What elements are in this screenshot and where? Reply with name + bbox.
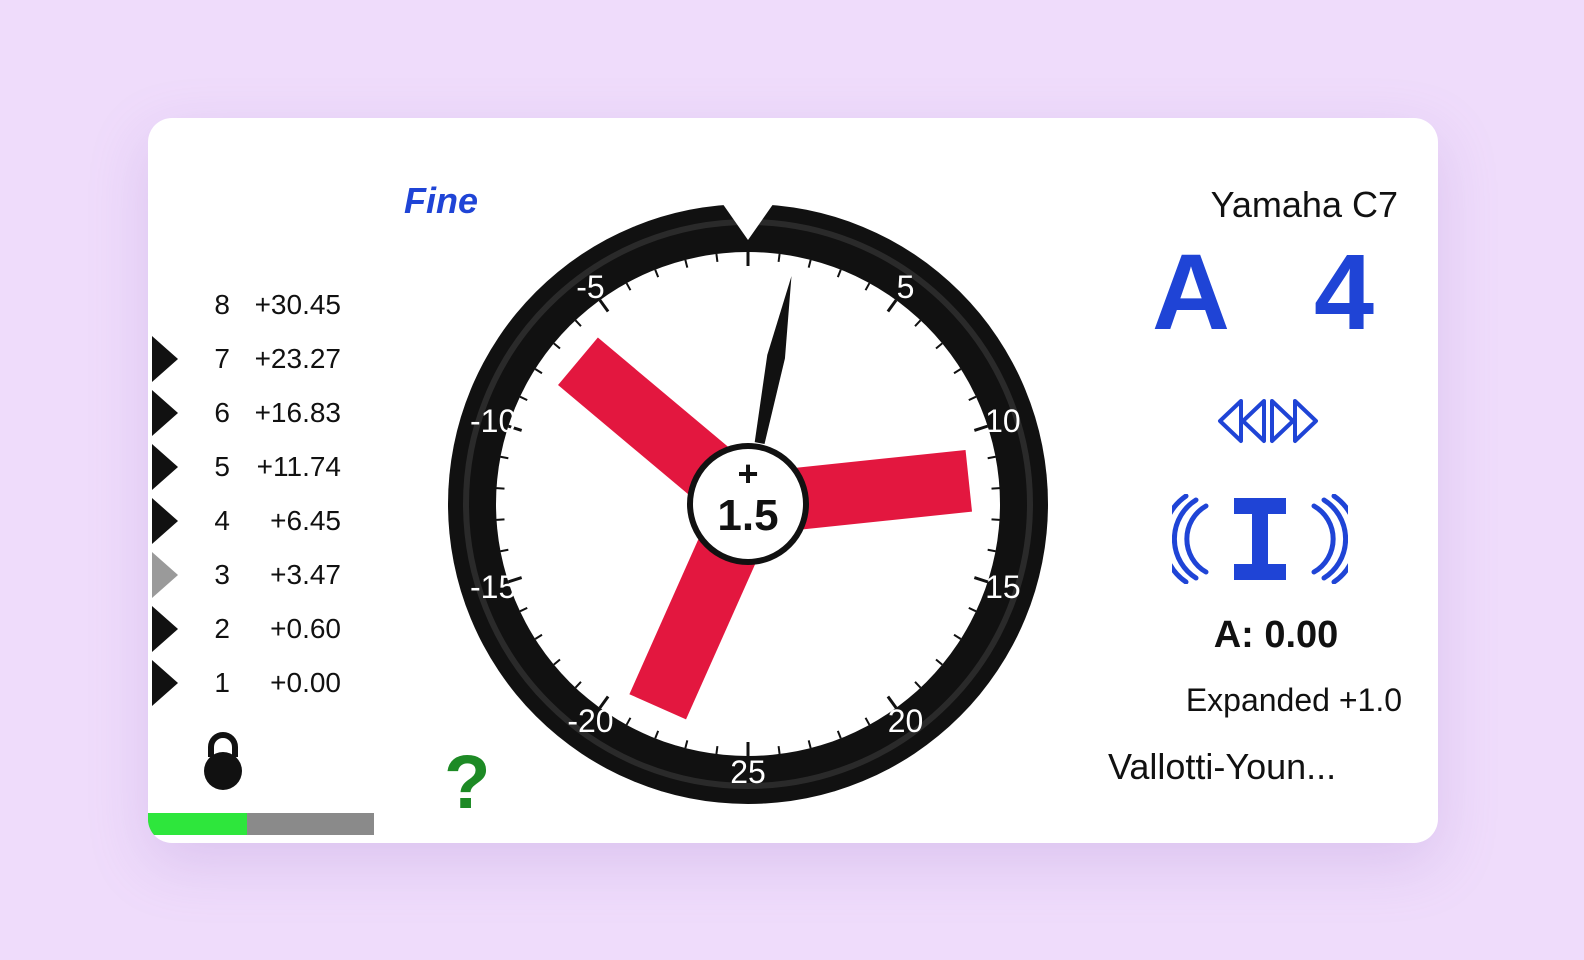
partial-cents: +6.45 (270, 505, 341, 536)
dial-tick (496, 518, 505, 521)
partial-row[interactable]: 4 +6.45 (148, 494, 378, 548)
note-octave[interactable]: 4 (1314, 238, 1374, 346)
instrument-name[interactable]: Yamaha C7 (1018, 184, 1398, 226)
partial-marker (152, 498, 178, 544)
partial-number: 1 (214, 667, 230, 698)
help-button[interactable]: ? (444, 745, 490, 821)
center-sign: + (737, 453, 758, 494)
partial-marker (152, 390, 178, 436)
rewind-icon[interactable] (1216, 396, 1266, 446)
dial-tick (991, 518, 1000, 521)
partial-cents: +3.47 (270, 559, 341, 590)
dial-tick (715, 745, 719, 755)
partial-number: 6 (214, 397, 230, 428)
partial-marker (152, 336, 178, 382)
partial-row[interactable]: 3 +3.47 (148, 548, 378, 602)
partial-marker (152, 606, 178, 652)
partial-marker (152, 444, 178, 490)
dial-tick (991, 487, 1000, 490)
partial-number: 2 (214, 613, 230, 644)
partial-cents: +11.74 (256, 451, 341, 482)
dial-tick-label: 25 (730, 754, 766, 790)
dial-tick (777, 253, 781, 263)
temperament-label[interactable]: Vallotti-Youn... (1108, 746, 1408, 788)
dial-tick-label: -5 (576, 269, 604, 305)
partial-cents: +16.83 (254, 397, 341, 428)
note-letter[interactable]: A (1152, 238, 1230, 346)
tuner-panel: 8 +30.45 7 +23.27 6 +16.83 5 +11.74 4 +6.45 3 +3.47… (148, 118, 1438, 843)
lock-icon[interactable] (198, 730, 248, 792)
partial-row[interactable]: 8 +30.45 (148, 278, 378, 332)
partial-row[interactable]: 1 +0.00 (148, 656, 378, 710)
dial-tick-label: -10 (470, 403, 516, 439)
partial-marker (152, 552, 178, 598)
partial-row[interactable]: 7 +23.27 (148, 332, 378, 386)
progress-fill (148, 813, 248, 835)
stretch-label[interactable]: Expanded +1.0 (1002, 682, 1402, 719)
dial-tick-label: 20 (888, 703, 924, 739)
partial-cents: +30.45 (254, 289, 341, 320)
partial-cents: +0.00 (270, 667, 341, 698)
partial-number: 3 (214, 559, 230, 590)
partial-number: 8 (214, 289, 230, 320)
strobe-dial: 0510152025-20-15-10-5 + 1.5 (448, 200, 1048, 804)
sound-waves-icon[interactable] (1172, 494, 1348, 584)
dial-tick-label: -15 (470, 569, 516, 605)
dial-tick (715, 253, 719, 263)
partial-number: 5 (214, 451, 230, 482)
partial-cents: +23.27 (254, 343, 341, 374)
dial-tick-label: 10 (985, 403, 1021, 439)
partial-cents: +0.60 (270, 613, 341, 644)
partial-row[interactable]: 2 +0.60 (148, 602, 378, 656)
dial-tick-label: 5 (897, 269, 915, 305)
partial-row[interactable]: 5 +11.74 (148, 440, 378, 494)
partial-row[interactable]: 6 +16.83 (148, 386, 378, 440)
fast-forward-icon[interactable] (1270, 396, 1320, 446)
progress-bar (148, 813, 374, 835)
offset-label[interactable]: A: 0.00 (1168, 614, 1384, 657)
partial-marker (152, 660, 178, 706)
center-value: 1.5 (717, 491, 778, 540)
dial-tick-label: 15 (985, 569, 1021, 605)
partial-number: 7 (214, 343, 230, 374)
dial-tick-label: -20 (567, 703, 613, 739)
dial-tick (496, 487, 505, 490)
partial-number: 4 (214, 505, 230, 536)
dial-tick (777, 745, 781, 755)
